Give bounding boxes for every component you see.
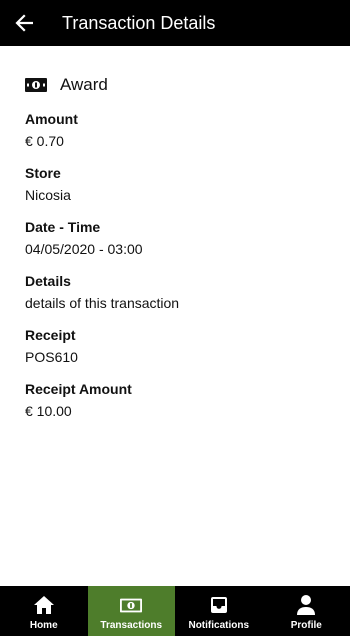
app-bar: Transaction Details <box>0 0 350 46</box>
field-label: Details <box>25 273 71 289</box>
arrow-left-icon <box>15 14 33 32</box>
field-value: Nicosia <box>25 187 71 203</box>
nav-item-profile[interactable]: Profile <box>263 586 350 636</box>
field-details: Details details of this transaction <box>25 272 179 312</box>
field-value: POS610 <box>25 349 78 365</box>
field-date-time: Date - Time 04/05/2020 - 03:00 <box>25 218 143 258</box>
nav-item-home[interactable]: Home <box>0 586 88 636</box>
nav-label: Transactions <box>100 620 163 631</box>
field-label: Amount <box>25 111 78 127</box>
transaction-type-label: Award <box>60 75 108 94</box>
field-label: Date - Time <box>25 219 101 235</box>
bottom-navigation: Home Transactions Notifications Profile <box>0 586 350 636</box>
nav-item-transactions[interactable]: Transactions <box>87 586 175 636</box>
field-label: Store <box>25 165 61 181</box>
money-bill-icon <box>120 594 143 616</box>
user-icon <box>295 594 317 616</box>
page-title: Transaction Details <box>62 13 216 33</box>
transaction-type: Award <box>25 74 108 96</box>
money-bill-icon <box>25 78 47 92</box>
home-icon <box>33 594 55 616</box>
field-value: € 0.70 <box>25 133 64 149</box>
back-button[interactable] <box>12 11 36 35</box>
field-value: € 10.00 <box>25 403 72 419</box>
inbox-icon <box>208 594 230 616</box>
nav-label: Home <box>29 620 58 631</box>
field-label: Receipt Amount <box>25 381 132 397</box>
field-amount: Amount € 0.70 <box>25 110 78 150</box>
nav-item-notifications[interactable]: Notifications <box>175 586 263 636</box>
field-value: 04/05/2020 - 03:00 <box>25 241 143 257</box>
nav-label: Profile <box>290 620 322 631</box>
field-receipt-amount: Receipt Amount € 10.00 <box>25 380 132 420</box>
field-value: details of this transaction <box>25 295 180 311</box>
field-receipt: Receipt POS610 <box>25 326 78 366</box>
field-store: Store Nicosia <box>25 164 71 204</box>
nav-label: Notifications <box>188 620 250 631</box>
field-label: Receipt <box>25 327 76 343</box>
